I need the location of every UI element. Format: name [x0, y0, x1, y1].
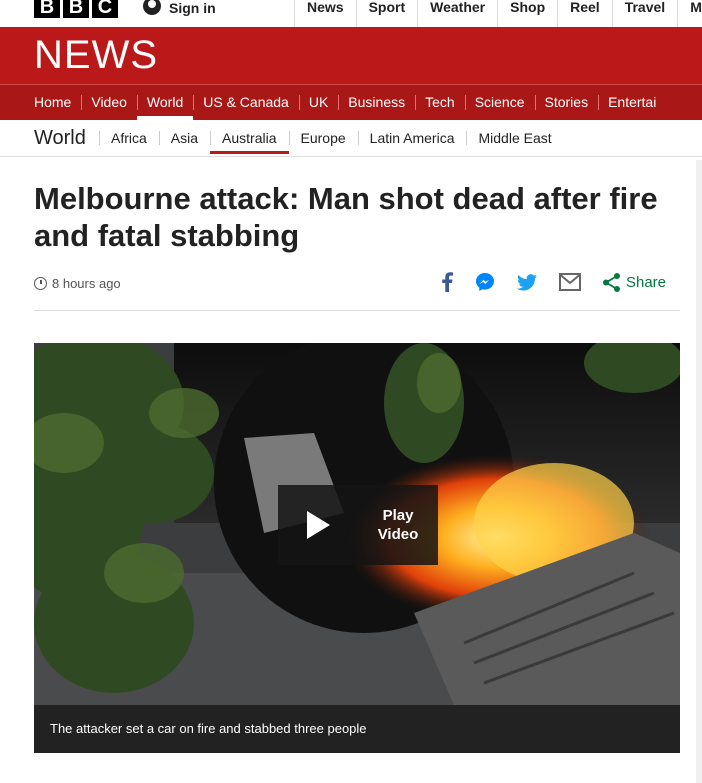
nav-business[interactable]: Business [338, 85, 415, 120]
messenger-icon[interactable] [475, 270, 495, 294]
news-masthead: NEWS [0, 27, 702, 84]
twitter-icon[interactable] [516, 270, 537, 294]
news-title[interactable]: NEWS [34, 35, 158, 75]
share-icon [602, 272, 620, 292]
user-icon [143, 0, 161, 15]
section-link-asia[interactable]: Asia [158, 120, 210, 156]
top-link-sport[interactable]: Sport [355, 0, 418, 27]
nav-video[interactable]: Video [81, 85, 137, 120]
article-meta: 8 hours ago [34, 276, 121, 291]
top-link-more[interactable]: More [677, 0, 702, 27]
video-player[interactable]: Play Video [34, 343, 680, 705]
play-video-label: Play Video [377, 507, 419, 543]
logo-letter: B [63, 0, 89, 18]
top-bar: B B C Sign in News Sport Weather Shop Re… [0, 0, 702, 28]
divider [34, 310, 680, 311]
top-links: News Sport Weather Shop Reel Travel More [294, 0, 702, 27]
section-link-africa[interactable]: Africa [99, 120, 159, 156]
sign-in-label: Sign in [169, 0, 216, 16]
nav-home[interactable]: Home [0, 85, 81, 120]
nav-stories[interactable]: Stories [534, 85, 599, 120]
section-title[interactable]: World [34, 127, 86, 150]
section-link-middle-east[interactable]: Middle East [466, 120, 563, 156]
top-link-shop[interactable]: Shop [497, 0, 557, 27]
top-link-news[interactable]: News [294, 0, 356, 27]
nav-uk[interactable]: UK [298, 85, 338, 120]
play-icon [278, 485, 358, 565]
section-link-europe[interactable]: Europe [288, 120, 358, 156]
section-links: Africa Asia Australia Europe Latin Ameri… [99, 120, 564, 156]
section-link-latin-america[interactable]: Latin America [357, 120, 467, 156]
play-video-button[interactable]: Play Video [278, 485, 438, 565]
clock-icon [34, 277, 47, 290]
top-link-weather[interactable]: Weather [417, 0, 497, 27]
nav-tech[interactable]: Tech [415, 85, 465, 120]
facebook-icon[interactable] [441, 270, 453, 294]
article-headline: Melbourne attack: Man shot dead after fi… [34, 181, 658, 253]
logo-letter: B [34, 0, 60, 18]
nav-world[interactable]: World [136, 85, 194, 120]
article-timestamp: 8 hours ago [52, 276, 121, 291]
sign-in-link[interactable]: Sign in [143, 0, 216, 16]
email-icon[interactable] [558, 270, 581, 294]
share-button[interactable]: Share [602, 270, 666, 294]
top-link-travel[interactable]: Travel [611, 0, 677, 27]
top-link-reel[interactable]: Reel [557, 0, 612, 27]
logo-letter: C [92, 0, 118, 18]
main-nav: Home Video World US & Canada UK Business… [0, 84, 702, 120]
nav-entertainment[interactable]: Entertai [598, 85, 666, 120]
nav-us-canada[interactable]: US & Canada [193, 85, 299, 120]
side-column [696, 160, 702, 783]
bbc-logo[interactable]: B B C [34, 0, 118, 18]
section-link-australia[interactable]: Australia [210, 120, 289, 156]
video-caption-text: The attacker set a car on fire and stabb… [50, 721, 367, 736]
share-label: Share [625, 273, 666, 291]
share-tools: Share [441, 270, 666, 294]
nav-science[interactable]: Science [464, 85, 535, 120]
section-nav: World Africa Asia Australia Europe Latin… [0, 120, 702, 157]
video-caption: The attacker set a car on fire and stabb… [34, 705, 680, 753]
